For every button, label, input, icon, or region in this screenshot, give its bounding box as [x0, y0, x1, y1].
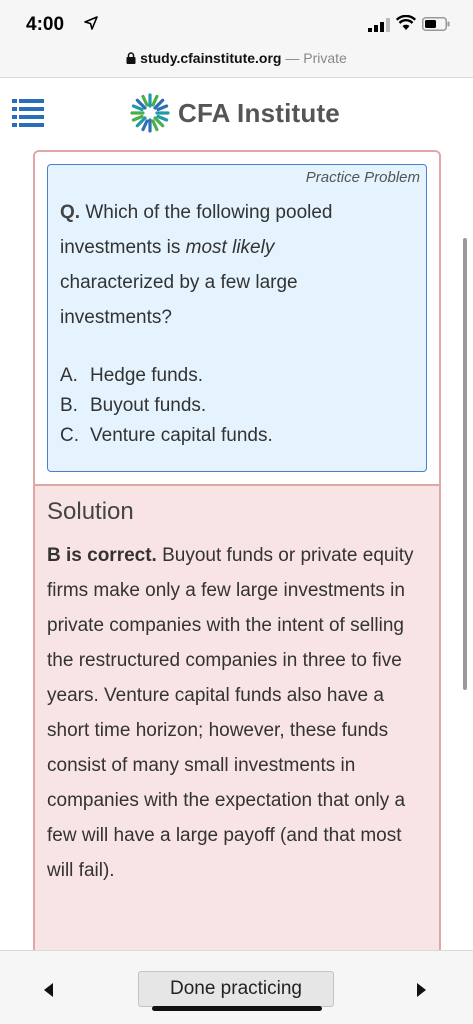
problem-section: Practice Problem Q. Which of the followi… — [35, 152, 439, 486]
scrollbar[interactable] — [463, 238, 467, 690]
option-text: Buyout funds. — [90, 395, 207, 416]
lock-icon — [126, 52, 136, 64]
next-arrow-icon[interactable] — [416, 983, 426, 997]
status-bar: 4:00 — [0, 0, 473, 44]
practice-problem-box: Practice Problem Q. Which of the followi… — [47, 164, 427, 472]
previous-arrow-icon[interactable] — [44, 983, 54, 997]
question-text-after: characterized by a few large investments… — [60, 272, 298, 328]
practice-problem-tag: Practice Problem — [305, 169, 420, 186]
status-time: 4:00 — [26, 14, 65, 35]
question-emphasis: most likely — [185, 237, 275, 258]
cfa-globe-icon — [130, 93, 170, 133]
solution-body: Buyout funds or private equity firms mak… — [47, 545, 414, 881]
home-indicator — [152, 1006, 322, 1011]
option-a[interactable]: A. Hedge funds. — [60, 361, 273, 391]
question-text: Q. Which of the following pooled investm… — [60, 195, 380, 335]
option-text: Venture capital funds. — [90, 425, 273, 446]
option-letter: A. — [60, 365, 78, 386]
address-bar[interactable]: study.cfainstitute.org — Private — [0, 44, 473, 78]
bottom-toolbar: Done practicing — [0, 950, 473, 1024]
logo-text: CFA Institute — [178, 97, 340, 128]
url-domain: study.cfainstitute.org — [140, 50, 282, 66]
battery-icon — [422, 17, 450, 31]
practice-card: Practice Problem Q. Which of the followi… — [33, 150, 441, 960]
private-label: — Private — [285, 50, 347, 66]
solution-lead: B is correct. — [47, 545, 157, 566]
solution-section: Solution B is correct. Buyout funds or p… — [47, 498, 431, 888]
solution-text: B is correct. Buyout funds or private eq… — [47, 538, 431, 888]
hamburger-menu-icon[interactable] — [12, 99, 44, 129]
location-arrow-icon — [84, 16, 98, 30]
option-letter: C. — [60, 425, 79, 446]
question-prefix: Q. — [60, 202, 81, 223]
cfa-logo[interactable]: CFA Institute — [128, 91, 340, 135]
answer-options: A. Hedge funds. B. Buyout funds. C. Venture… — [60, 361, 273, 451]
option-text: Hedge funds. — [90, 365, 204, 386]
option-c[interactable]: C. Venture capital funds. — [60, 421, 273, 451]
option-letter: B. — [60, 395, 78, 416]
option-b[interactable]: B. Buyout funds. — [60, 391, 273, 421]
wifi-icon — [396, 15, 416, 30]
done-practicing-button[interactable]: Done practicing — [138, 971, 334, 1007]
solution-title: Solution — [47, 498, 134, 525]
signal-icon — [368, 18, 390, 32]
site-header: CFA Institute — [0, 79, 473, 147]
